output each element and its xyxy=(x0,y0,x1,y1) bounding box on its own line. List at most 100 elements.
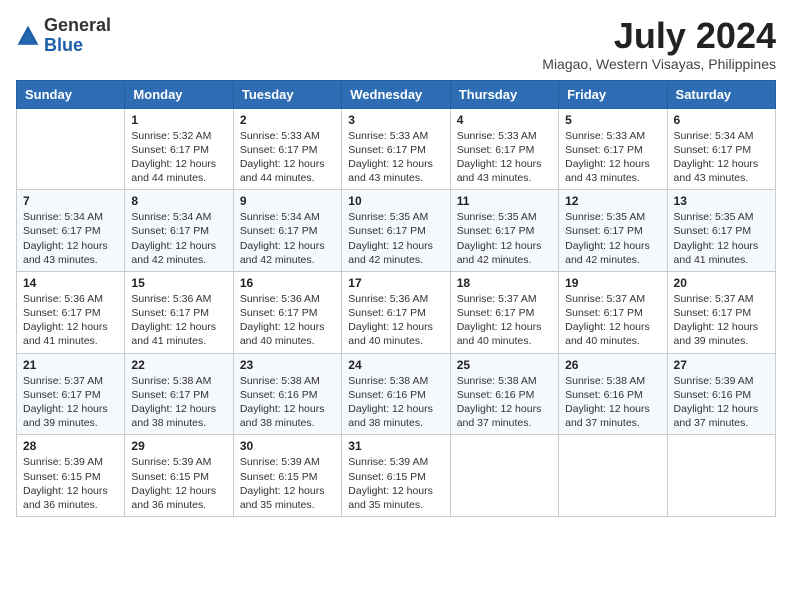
day-info: Sunrise: 5:36 AMSunset: 6:17 PMDaylight:… xyxy=(131,292,226,349)
day-info: Sunrise: 5:36 AMSunset: 6:17 PMDaylight:… xyxy=(240,292,335,349)
day-number: 22 xyxy=(131,358,226,372)
day-number: 25 xyxy=(457,358,552,372)
calendar-header-tuesday: Tuesday xyxy=(233,80,341,108)
calendar-cell: 29 Sunrise: 5:39 AMSunset: 6:15 PMDayligh… xyxy=(125,435,233,517)
day-number: 23 xyxy=(240,358,335,372)
logo-general: General xyxy=(44,15,111,35)
logo: General Blue xyxy=(16,16,111,56)
day-number: 13 xyxy=(674,194,769,208)
day-info: Sunrise: 5:39 AMSunset: 6:15 PMDaylight:… xyxy=(131,455,226,512)
day-number: 15 xyxy=(131,276,226,290)
day-info: Sunrise: 5:39 AMSunset: 6:16 PMDaylight:… xyxy=(674,374,769,431)
calendar-cell: 20 Sunrise: 5:37 AMSunset: 6:17 PMDayligh… xyxy=(667,271,775,353)
calendar-cell xyxy=(559,435,667,517)
day-info: Sunrise: 5:37 AMSunset: 6:17 PMDaylight:… xyxy=(457,292,552,349)
day-info: Sunrise: 5:33 AMSunset: 6:17 PMDaylight:… xyxy=(348,129,443,186)
calendar-week-row: 1 Sunrise: 5:32 AMSunset: 6:17 PMDaylight… xyxy=(17,108,776,190)
calendar-cell xyxy=(667,435,775,517)
calendar-cell: 7 Sunrise: 5:34 AMSunset: 6:17 PMDaylight… xyxy=(17,190,125,272)
calendar-cell: 11 Sunrise: 5:35 AMSunset: 6:17 PMDayligh… xyxy=(450,190,558,272)
day-info: Sunrise: 5:39 AMSunset: 6:15 PMDaylight:… xyxy=(240,455,335,512)
day-info: Sunrise: 5:37 AMSunset: 6:17 PMDaylight:… xyxy=(23,374,118,431)
day-number: 3 xyxy=(348,113,443,127)
location: Miagao, Western Visayas, Philippines xyxy=(542,56,776,72)
calendar-cell: 6 Sunrise: 5:34 AMSunset: 6:17 PMDaylight… xyxy=(667,108,775,190)
day-number: 12 xyxy=(565,194,660,208)
day-number: 2 xyxy=(240,113,335,127)
logo-text: General Blue xyxy=(44,16,111,56)
day-number: 1 xyxy=(131,113,226,127)
day-info: Sunrise: 5:34 AMSunset: 6:17 PMDaylight:… xyxy=(131,210,226,267)
calendar-table: SundayMondayTuesdayWednesdayThursdayFrid… xyxy=(16,80,776,517)
day-number: 30 xyxy=(240,439,335,453)
day-info: Sunrise: 5:39 AMSunset: 6:15 PMDaylight:… xyxy=(23,455,118,512)
calendar-header-row: SundayMondayTuesdayWednesdayThursdayFrid… xyxy=(17,80,776,108)
logo-blue-text: Blue xyxy=(44,35,83,55)
logo-icon xyxy=(16,24,40,48)
day-info: Sunrise: 5:35 AMSunset: 6:17 PMDaylight:… xyxy=(674,210,769,267)
title-block: July 2024 Miagao, Western Visayas, Phili… xyxy=(542,16,776,72)
day-number: 10 xyxy=(348,194,443,208)
day-number: 26 xyxy=(565,358,660,372)
day-info: Sunrise: 5:35 AMSunset: 6:17 PMDaylight:… xyxy=(348,210,443,267)
calendar-cell: 1 Sunrise: 5:32 AMSunset: 6:17 PMDaylight… xyxy=(125,108,233,190)
calendar-cell: 19 Sunrise: 5:37 AMSunset: 6:17 PMDayligh… xyxy=(559,271,667,353)
calendar-cell: 30 Sunrise: 5:39 AMSunset: 6:15 PMDayligh… xyxy=(233,435,341,517)
calendar-cell: 8 Sunrise: 5:34 AMSunset: 6:17 PMDaylight… xyxy=(125,190,233,272)
calendar-cell: 4 Sunrise: 5:33 AMSunset: 6:17 PMDaylight… xyxy=(450,108,558,190)
day-info: Sunrise: 5:35 AMSunset: 6:17 PMDaylight:… xyxy=(457,210,552,267)
day-info: Sunrise: 5:33 AMSunset: 6:17 PMDaylight:… xyxy=(565,129,660,186)
day-number: 7 xyxy=(23,194,118,208)
calendar-cell: 3 Sunrise: 5:33 AMSunset: 6:17 PMDaylight… xyxy=(342,108,450,190)
day-info: Sunrise: 5:35 AMSunset: 6:17 PMDaylight:… xyxy=(565,210,660,267)
day-number: 27 xyxy=(674,358,769,372)
calendar-cell: 5 Sunrise: 5:33 AMSunset: 6:17 PMDaylight… xyxy=(559,108,667,190)
day-info: Sunrise: 5:38 AMSunset: 6:16 PMDaylight:… xyxy=(457,374,552,431)
day-number: 9 xyxy=(240,194,335,208)
day-number: 4 xyxy=(457,113,552,127)
calendar-week-row: 7 Sunrise: 5:34 AMSunset: 6:17 PMDaylight… xyxy=(17,190,776,272)
day-number: 14 xyxy=(23,276,118,290)
calendar-cell: 27 Sunrise: 5:39 AMSunset: 6:16 PMDayligh… xyxy=(667,353,775,435)
day-number: 24 xyxy=(348,358,443,372)
calendar-cell: 14 Sunrise: 5:36 AMSunset: 6:17 PMDayligh… xyxy=(17,271,125,353)
day-number: 19 xyxy=(565,276,660,290)
calendar-header-wednesday: Wednesday xyxy=(342,80,450,108)
day-number: 11 xyxy=(457,194,552,208)
day-number: 29 xyxy=(131,439,226,453)
calendar-cell xyxy=(17,108,125,190)
calendar-week-row: 28Sunrise: 5:39 AMSunset: 6:15 PMDayligh… xyxy=(17,435,776,517)
day-info: Sunrise: 5:33 AMSunset: 6:17 PMDaylight:… xyxy=(240,129,335,186)
day-number: 5 xyxy=(565,113,660,127)
day-number: 31 xyxy=(348,439,443,453)
day-info: Sunrise: 5:39 AMSunset: 6:15 PMDaylight:… xyxy=(348,455,443,512)
calendar-cell: 16Sunrise: 5:36 AMSunset: 6:17 PMDayligh… xyxy=(233,271,341,353)
calendar-cell: 2 Sunrise: 5:33 AMSunset: 6:17 PMDaylight… xyxy=(233,108,341,190)
day-info: Sunrise: 5:38 AMSunset: 6:17 PMDaylight:… xyxy=(131,374,226,431)
day-info: Sunrise: 5:38 AMSunset: 6:16 PMDaylight:… xyxy=(240,374,335,431)
calendar-cell: 24Sunrise: 5:38 AMSunset: 6:16 PMDayligh… xyxy=(342,353,450,435)
calendar-cell: 23 Sunrise: 5:38 AMSunset: 6:16 PMDayligh… xyxy=(233,353,341,435)
day-info: Sunrise: 5:34 AMSunset: 6:17 PMDaylight:… xyxy=(674,129,769,186)
day-number: 18 xyxy=(457,276,552,290)
day-info: Sunrise: 5:32 AMSunset: 6:17 PMDaylight:… xyxy=(131,129,226,186)
day-info: Sunrise: 5:37 AMSunset: 6:17 PMDaylight:… xyxy=(565,292,660,349)
day-number: 6 xyxy=(674,113,769,127)
calendar-week-row: 14 Sunrise: 5:36 AMSunset: 6:17 PMDayligh… xyxy=(17,271,776,353)
calendar-cell: 10 Sunrise: 5:35 AMSunset: 6:17 PMDayligh… xyxy=(342,190,450,272)
day-number: 8 xyxy=(131,194,226,208)
calendar-header-friday: Friday xyxy=(559,80,667,108)
day-number: 20 xyxy=(674,276,769,290)
calendar-cell: 25 Sunrise: 5:38 AMSunset: 6:16 PMDayligh… xyxy=(450,353,558,435)
day-number: 17 xyxy=(348,276,443,290)
day-info: Sunrise: 5:33 AMSunset: 6:17 PMDaylight:… xyxy=(457,129,552,186)
day-number: 21 xyxy=(23,358,118,372)
calendar-header-sunday: Sunday xyxy=(17,80,125,108)
calendar-cell: 21 Sunrise: 5:37 AMSunset: 6:17 PMDayligh… xyxy=(17,353,125,435)
day-info: Sunrise: 5:36 AMSunset: 6:17 PMDaylight:… xyxy=(23,292,118,349)
calendar-cell: 18 Sunrise: 5:37 AMSunset: 6:17 PMDayligh… xyxy=(450,271,558,353)
page-header: General Blue July 2024 Miagao, Western V… xyxy=(16,16,776,72)
day-info: Sunrise: 5:37 AMSunset: 6:17 PMDaylight:… xyxy=(674,292,769,349)
day-info: Sunrise: 5:34 AMSunset: 6:17 PMDaylight:… xyxy=(23,210,118,267)
calendar-header-saturday: Saturday xyxy=(667,80,775,108)
